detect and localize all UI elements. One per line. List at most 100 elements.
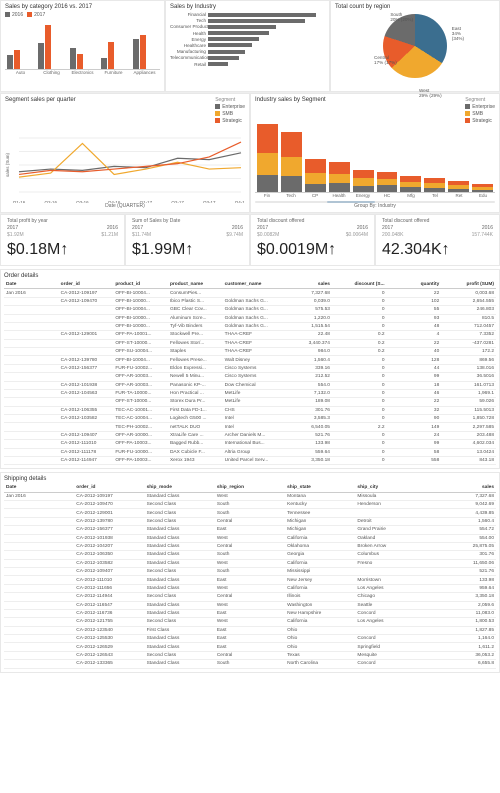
- table-row[interactable]: CA-2012-106350Standard ClassSouthGeorgia…: [4, 551, 496, 559]
- col-header[interactable]: discount (S...: [332, 281, 387, 289]
- cell: Fellowes Stor/...: [168, 339, 223, 347]
- table-row[interactable]: CA-2012-156377FUR-FU-10002...Eldon Expre…: [4, 364, 496, 372]
- table-row[interactable]: CA-2012-126543Second ClassCentralTexasMe…: [4, 651, 496, 659]
- cell: OFF-SU-10004...: [113, 348, 168, 356]
- table-row[interactable]: CA-2012-114944Second ClassCentralIllinoi…: [4, 593, 496, 601]
- col-header[interactable]: ship_region: [215, 484, 285, 492]
- cell: CA-2012-111010: [74, 576, 144, 584]
- cell: Second Class: [145, 568, 215, 576]
- cell: 44: [387, 364, 442, 372]
- cell: Xerox 1943: [168, 456, 223, 464]
- table-row[interactable]: CA-2012-101938OFF-AR-10003...Panasonic K…: [4, 381, 496, 389]
- cell: 3,350.18: [426, 593, 496, 601]
- chart-scrollbar[interactable]: [255, 201, 495, 203]
- table-row[interactable]: OFF-BI-10004...GBC Clear Cov...Goldman S…: [4, 306, 496, 314]
- cell: [4, 389, 59, 397]
- col-header[interactable]: Date: [4, 484, 74, 492]
- col-header[interactable]: customer_name: [223, 281, 278, 289]
- col-header[interactable]: product_id: [113, 281, 168, 289]
- table-row[interactable]: CA-2012-111010OFF-PA-10003...Bagged Rubb…: [4, 440, 496, 448]
- table-row[interactable]: CA-2012-109407Second ClassSouthMississip…: [4, 568, 496, 576]
- table-row[interactable]: CA-2012-125530Standard ClassEastOhioConc…: [4, 635, 496, 643]
- table-row[interactable]: CA-2012-103582Standard ClassWestCaliforn…: [4, 559, 496, 567]
- col-header[interactable]: profit (SUM): [441, 281, 496, 289]
- col-header[interactable]: sales: [277, 281, 332, 289]
- kpi-card: Total profit by year 20172016 $1.92M$1.2…: [0, 214, 125, 266]
- cell: 172.2: [441, 348, 496, 356]
- table-row[interactable]: OFF-ST-10000...Storex Dura Pr...MetLife1…: [4, 398, 496, 406]
- table-row[interactable]: TEC-PH-10002...netTALK DUOIntel6,540.052…: [4, 423, 496, 431]
- table-row[interactable]: CA-2012-111010Standard ClassEastNew Jers…: [4, 576, 496, 584]
- kpi-row: Total profit by year 20172016 $1.92M$1.2…: [0, 214, 500, 266]
- col-header[interactable]: Date: [4, 281, 59, 289]
- table-row[interactable]: CA-2012-139780Second ClassCentralMichiga…: [4, 517, 496, 525]
- col-header[interactable]: order_id: [74, 484, 144, 492]
- cell: 2,654.555: [441, 297, 496, 305]
- col-header[interactable]: ship_state: [285, 484, 355, 492]
- cell: CA-2012-103582: [74, 559, 144, 567]
- table-row[interactable]: Jan 2016CA-2012-109197OFF-BI-10004...Con…: [4, 289, 496, 297]
- cell: [4, 381, 59, 389]
- cell: OFF-AR-10003...: [113, 373, 168, 381]
- table-row[interactable]: CA-2012-133365Standard ClassSouthNorth C…: [4, 660, 496, 668]
- table-row[interactable]: OFF-BI-10000...Aluminum Scre...Goldman S…: [4, 314, 496, 322]
- cell: 46: [387, 389, 442, 397]
- col-header[interactable]: product_name: [168, 281, 223, 289]
- table-row[interactable]: CA-2012-109470OFF-BI-10000...Ibico Plast…: [4, 297, 496, 305]
- cell: [4, 356, 59, 364]
- cell: Springfield: [355, 643, 425, 651]
- table-row[interactable]: CA-2012-109470Second ClassSouthKentuckyH…: [4, 501, 496, 509]
- table-row[interactable]: CA-2012-116547Standard ClassWestWashingt…: [4, 601, 496, 609]
- table-row[interactable]: CA-2012-129001OFF-PA-10001...Stockwell P…: [4, 331, 496, 339]
- table-row[interactable]: CA-2012-101938Standard ClassWestCaliforn…: [4, 534, 496, 542]
- cell: [59, 398, 114, 406]
- table-row[interactable]: CA-2012-106355TEC-AC-10001...First Data …: [4, 406, 496, 414]
- table-row[interactable]: CA-2012-121755Second ClassWestCalifornia…: [4, 618, 496, 626]
- table-row[interactable]: OFF-BI-10000...Tyf-Vib BindersGoldman Sa…: [4, 322, 496, 330]
- cell: 128: [387, 356, 442, 364]
- cell: CA-2012-111656: [74, 584, 144, 592]
- cell: CA-2012-114944: [74, 593, 144, 601]
- table-row[interactable]: CA-2012-123540First ClassEastOhio1,827.8…: [4, 626, 496, 634]
- cell: Stockwell Pre...: [168, 331, 223, 339]
- table-row[interactable]: CA-2012-129001Second ClassSouthTennessee…: [4, 509, 496, 517]
- col-header[interactable]: order_id: [59, 281, 114, 289]
- cell: FUR-FU-10002...: [113, 364, 168, 372]
- table-row[interactable]: CA-2012-104563FUR-TA-10000...Hon Practic…: [4, 389, 496, 397]
- cell: [4, 373, 59, 381]
- cell: 0: [332, 306, 387, 314]
- col-header[interactable]: sales: [426, 484, 496, 492]
- cell: 9,042.69: [426, 501, 496, 509]
- table-row[interactable]: CA-2012-109407OFF-AR-10000...XtraLife Ca…: [4, 431, 496, 439]
- table-row[interactable]: OFF-AR-10003...Newell 5 Minu...Cisco Sys…: [4, 373, 496, 381]
- col-header[interactable]: ship_city: [355, 484, 425, 492]
- table-row[interactable]: OFF-SU-10004...StaplesTHAA-CREF984.00.24…: [4, 348, 496, 356]
- cell: 161.0713: [441, 381, 496, 389]
- table-row[interactable]: CA-2012-104207Standard ClassCentralOklah…: [4, 542, 496, 550]
- table-row[interactable]: CA-2012-103582TEC-AC-10004...Logitech G5…: [4, 415, 496, 423]
- table-row[interactable]: CA-2012-139780OFF-BI-10004...Fellowes Pr…: [4, 356, 496, 364]
- table-row[interactable]: CA-2012-126529Standard ClassEastOhioSpri…: [4, 643, 496, 651]
- chart-sales-by-industry: Sales by Industry FinancialTechConsumer …: [165, 0, 330, 92]
- cell: Standard Class: [145, 609, 215, 617]
- table-row[interactable]: OFF-ST-10000...Fellowes Stor/...THAA-CRE…: [4, 339, 496, 347]
- cell: East: [215, 635, 285, 643]
- shipping-table: Dateorder_idship_modeship_regionship_sta…: [4, 484, 496, 668]
- col-header[interactable]: quantity: [387, 281, 442, 289]
- table-row[interactable]: CA-2012-111178FUR-FU-10000...DAX Cubicle…: [4, 448, 496, 456]
- table-row[interactable]: CA-2012-156377Standard ClassEastMichigan…: [4, 526, 496, 534]
- table-row[interactable]: Jan 2016CA-2012-109197Standard ClassWest…: [4, 492, 496, 500]
- table-row[interactable]: CA-2012-111656Standard ClassWestCaliforn…: [4, 584, 496, 592]
- cell: 712.0457: [441, 322, 496, 330]
- cell: Texas: [285, 651, 355, 659]
- cell: New Hampshire: [285, 609, 355, 617]
- table-row[interactable]: CA-2012-114947OFF-PA-10003...Xerox 1943U…: [4, 456, 496, 464]
- cell: Cisco Systems: [223, 373, 278, 381]
- cell: [4, 593, 74, 601]
- cell: 55: [387, 306, 442, 314]
- table-row[interactable]: CA-2012-116736Standard ClassEastNew Hamp…: [4, 609, 496, 617]
- col-header[interactable]: ship_mode: [145, 484, 215, 492]
- cell: CA-2012-101938: [74, 534, 144, 542]
- cell: Second Class: [145, 517, 215, 525]
- cell: 0,039.0: [277, 297, 332, 305]
